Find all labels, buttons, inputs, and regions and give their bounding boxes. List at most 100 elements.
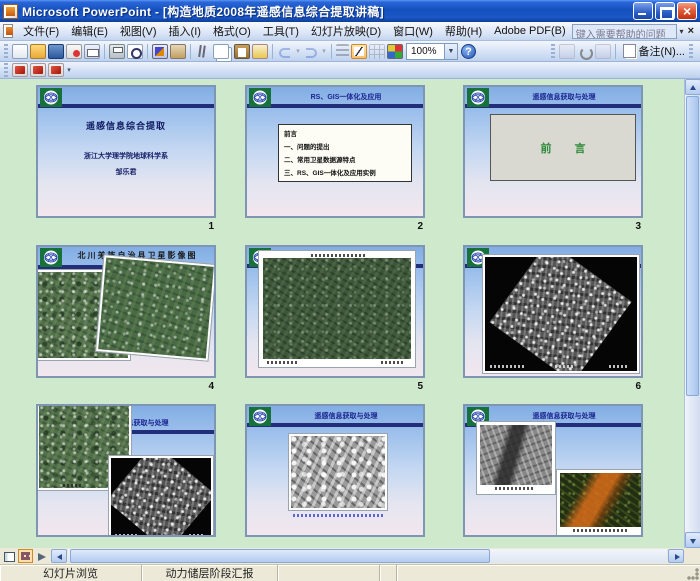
vertical-scrollbar[interactable] (684, 79, 700, 548)
scroll-right-icon[interactable] (668, 549, 684, 563)
help-icon[interactable] (461, 44, 476, 59)
toolbar-options-icon[interactable]: ▾ (65, 66, 73, 74)
slide-thumbnail-7[interactable]: 遥感信息获取与处理 (36, 404, 216, 537)
scroll-up-icon[interactable] (685, 79, 700, 95)
slide-thumbnail-4[interactable]: 北川羌族自治县卫星影像图 (36, 245, 216, 378)
close-button[interactable] (677, 2, 697, 20)
status-cell (397, 565, 700, 581)
template-name-status: 动力储层阶段汇报 (142, 565, 278, 581)
vertical-scrollbar-thumb[interactable] (686, 96, 699, 396)
slide-thumbnail-3[interactable]: 遥感信息获取与处理 前 言 (463, 85, 643, 218)
slide-thumbnail-5[interactable] (245, 245, 425, 378)
grid-icon[interactable] (369, 44, 385, 59)
slide-header-bar (465, 104, 641, 108)
status-cell (380, 565, 397, 581)
convert-and-email-icon[interactable] (30, 63, 46, 77)
slideshow-view-button[interactable] (35, 549, 50, 563)
markup-icon[interactable] (559, 44, 575, 59)
convert-to-pdf-icon[interactable] (12, 63, 28, 77)
menu-help[interactable]: 帮助(H) (439, 21, 488, 41)
cut-icon[interactable] (195, 44, 211, 59)
chevron-down-icon[interactable]: ▾ (677, 27, 685, 36)
format-painter-icon[interactable] (252, 44, 268, 59)
resize-grip[interactable] (687, 568, 699, 580)
redo-dropdown-icon[interactable]: ▾ (320, 47, 328, 55)
undo-dropdown-icon[interactable]: ▾ (294, 47, 302, 55)
slide-sorter-view-button[interactable] (18, 549, 33, 563)
menu-adobe-pdf[interactable]: Adobe PDF(B) (488, 23, 572, 39)
new-icon[interactable] (12, 44, 28, 59)
normal-view-button[interactable] (1, 549, 16, 563)
slide-number: 3 (625, 221, 641, 232)
menu-format[interactable]: 格式(O) (207, 21, 257, 41)
copy-icon[interactable] (213, 44, 229, 59)
expand-all-icon[interactable] (336, 44, 349, 59)
menu-window[interactable]: 窗口(W) (387, 21, 439, 41)
research-icon[interactable] (170, 44, 186, 59)
undo-icon[interactable] (277, 44, 293, 59)
university-logo-icon (249, 407, 271, 426)
slide3-content-box: 前 言 (490, 114, 636, 181)
zoom-dropdown-icon[interactable]: ▼ (444, 44, 457, 59)
slide8-title: 遥感信息获取与处理 (273, 411, 419, 421)
slide-thumbnail-2[interactable]: RS、GIS一体化及应用 前言 一、问题的提出 二、常用卫星数据源特点 三、RS… (245, 85, 425, 218)
slide-number: 5 (407, 381, 423, 392)
show-formatting-icon[interactable] (351, 44, 367, 59)
slide2-line: 二、常用卫星数据源特点 (284, 154, 406, 167)
toolbar-grip[interactable] (4, 63, 8, 77)
email-icon[interactable] (84, 44, 100, 59)
slide-number: 4 (198, 381, 214, 392)
paste-icon[interactable] (234, 44, 250, 59)
satellite-image (96, 255, 216, 360)
horizontal-scrollbar-thumb[interactable] (70, 549, 490, 563)
revisions-icon[interactable] (577, 44, 593, 59)
satellite-image (259, 251, 415, 367)
redo-icon[interactable] (303, 44, 319, 59)
notes-button[interactable]: 备注(N)... (619, 42, 689, 60)
minimize-button[interactable] (633, 2, 653, 20)
view-mode-status: 幻灯片浏览 (0, 565, 142, 581)
color-scheme-icon[interactable] (387, 44, 403, 59)
print-preview-icon[interactable] (127, 44, 143, 59)
maximize-button[interactable] (655, 2, 675, 20)
open-icon[interactable] (30, 44, 46, 59)
menu-edit[interactable]: 编辑(E) (65, 21, 114, 41)
notes-label: 备注(N)... (639, 43, 685, 59)
toolbar-grip[interactable] (551, 44, 555, 58)
notes-icon (623, 44, 636, 58)
slide-sorter-pane: 遥感信息综合提取 浙江大学理学院地球科学系 邹乐君 1 RS、GIS一体化及应用… (0, 79, 684, 548)
close-menu-icon[interactable]: × (686, 25, 696, 37)
help-search-input[interactable]: 键入需要帮助的问题 (572, 24, 678, 39)
slide-thumbnail-9[interactable]: 遥感信息获取与处理 (463, 404, 643, 537)
slide-thumbnail-8[interactable]: 遥感信息获取与处理 (245, 404, 425, 537)
toolbar-grip[interactable] (689, 44, 693, 58)
zoom-combobox[interactable]: 100% ▼ (406, 43, 458, 60)
slide2-line: 前言 (284, 128, 406, 141)
slide2-title: RS、GIS一体化及应用 (273, 92, 419, 102)
scroll-down-icon[interactable] (685, 532, 700, 548)
menu-tools[interactable]: 工具(T) (257, 21, 305, 41)
menu-insert[interactable]: 插入(I) (163, 21, 207, 41)
save-icon[interactable] (48, 44, 64, 59)
toolbar-grip[interactable] (4, 44, 8, 58)
convert-and-review-icon[interactable] (48, 63, 64, 77)
slide-number: 6 (625, 381, 641, 392)
menu-view[interactable]: 视图(V) (114, 21, 163, 41)
slide-thumbnail-6[interactable] (463, 245, 643, 378)
menu-slideshow[interactable]: 幻灯片放映(D) (305, 21, 387, 41)
scroll-left-icon[interactable] (51, 549, 67, 563)
permission-icon[interactable] (66, 44, 82, 59)
spelling-icon[interactable] (152, 44, 168, 59)
university-logo-icon (467, 88, 489, 107)
slide2-content-box: 前言 一、问题的提出 二、常用卫星数据源特点 三、RS、GIS一体化及应用实例 (278, 124, 412, 182)
university-logo-icon (40, 88, 62, 107)
print-icon[interactable] (109, 44, 125, 59)
standard-toolbar: ▾ ▾ 100% ▼ 备注(N)... (0, 41, 700, 62)
horizontal-scrollbar-row (0, 548, 684, 564)
menu-file[interactable]: 文件(F) (17, 21, 65, 41)
slide1-title: 遥感信息综合提取 (38, 119, 214, 132)
slide2-line: 三、RS、GIS一体化及应用实例 (284, 167, 406, 180)
horizontal-scrollbar-track[interactable] (68, 549, 667, 563)
reviewing-icon[interactable] (595, 44, 611, 59)
slide-thumbnail-1[interactable]: 遥感信息综合提取 浙江大学理学院地球科学系 邹乐君 (36, 85, 216, 218)
